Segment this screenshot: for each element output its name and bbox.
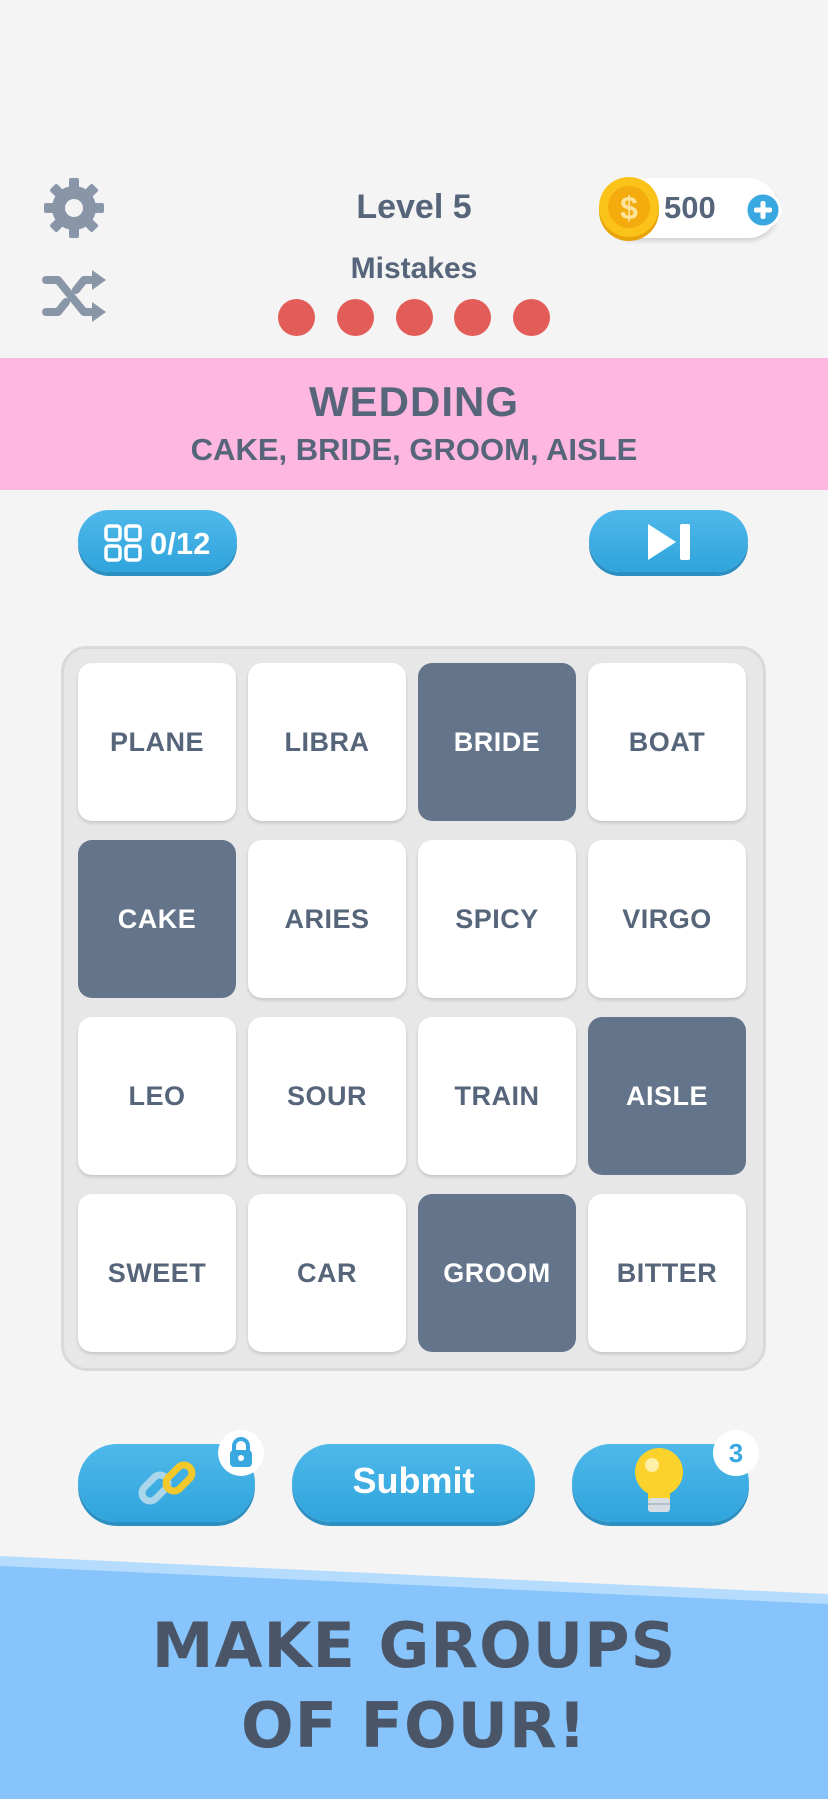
mistake-dot	[336, 299, 374, 336]
word-tile[interactable]: BOAT	[588, 663, 746, 821]
level-title: Level 5	[356, 188, 472, 226]
word-tile[interactable]: VIRGO	[588, 840, 746, 998]
word-tile[interactable]: GROOM	[418, 1194, 576, 1352]
coin-count: 500	[664, 190, 716, 225]
word-tile[interactable]: BRIDE	[418, 663, 576, 821]
word-tile[interactable]: SPICY	[418, 840, 576, 998]
shuffle-icon[interactable]	[42, 268, 108, 324]
word-tile[interactable]: BITTER	[588, 1194, 746, 1352]
skip-icon	[648, 524, 690, 560]
plus-icon[interactable]	[744, 191, 782, 229]
mistake-dot	[454, 299, 492, 336]
word-tile[interactable]: ARIES	[248, 840, 406, 998]
word-tile[interactable]: CAR	[248, 1194, 406, 1352]
word-tile[interactable]: PLANE	[78, 663, 236, 821]
promo-line-1: MAKE GROUPS	[151, 1609, 677, 1682]
chain-link-icon	[138, 1461, 196, 1505]
mistake-dot	[395, 299, 433, 336]
word-tile[interactable]: LEO	[78, 1017, 236, 1175]
word-tile[interactable]: SOUR	[248, 1017, 406, 1175]
word-tile[interactable]: SWEET	[78, 1194, 236, 1352]
gear-icon[interactable]	[42, 176, 106, 240]
svg-text:$: $	[620, 190, 638, 226]
progress-count: 0/12	[150, 526, 211, 561]
word-board: PLANE LIBRA BRIDE BOAT CAKE ARIES SPICY VIRGO LE…	[61, 646, 766, 1371]
lock-icon	[218, 1430, 264, 1476]
word-tile[interactable]: TRAIN	[418, 1017, 576, 1175]
grid-icon	[104, 524, 142, 562]
mistakes-label: Mistakes	[350, 252, 478, 285]
word-tile[interactable]: LIBRA	[248, 663, 406, 821]
promo-line-2: OF FOUR!	[240, 1689, 588, 1762]
solved-category-band: WEDDING CAKE, BRIDE, GROOM, AISLE	[0, 358, 828, 490]
submit-label: Submit	[352, 1460, 475, 1501]
hint-count-badge: 3	[713, 1430, 759, 1476]
word-tile[interactable]: AISLE	[588, 1017, 746, 1175]
mistakes-indicator	[278, 299, 550, 337]
mistake-dot	[513, 299, 550, 336]
solved-category-words: CAKE, BRIDE, GROOM, AISLE	[190, 432, 638, 467]
coin-icon: $	[599, 177, 659, 241]
lightbulb-icon	[635, 1448, 683, 1512]
promo-headline: MAKE GROUPS OF FOUR!	[0, 1606, 828, 1766]
solved-category-name: WEDDING	[309, 378, 519, 425]
mistake-dot	[278, 299, 315, 336]
word-tile[interactable]: CAKE	[78, 840, 236, 998]
